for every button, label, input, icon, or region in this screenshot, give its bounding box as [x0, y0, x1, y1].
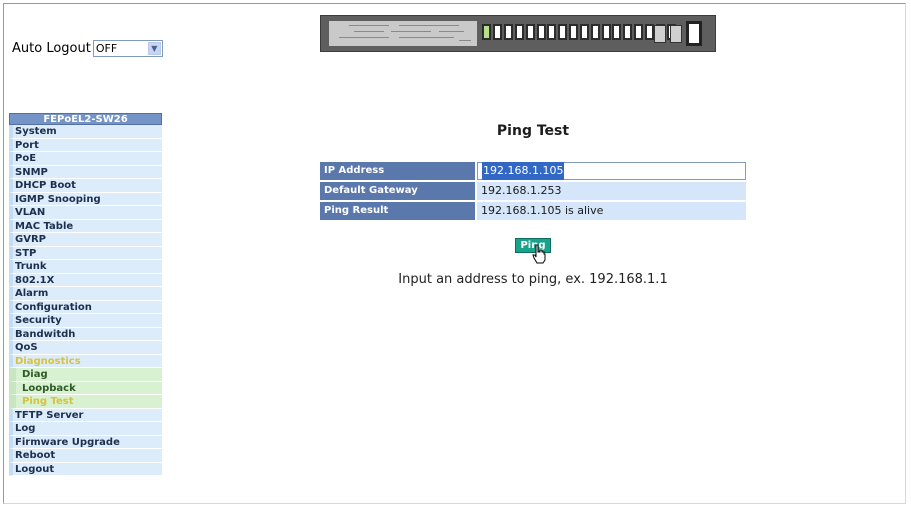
sidebar-item-log[interactable]: Log [9, 422, 162, 436]
console-port [686, 21, 702, 46]
device-panel [329, 21, 477, 46]
sidebar-item-gvrp[interactable]: GVRP [9, 233, 162, 247]
sidebar-item-firmware-upgrade[interactable]: Firmware Upgrade [9, 435, 162, 449]
sidebar-item-stp[interactable]: STP [9, 246, 162, 260]
sidebar-item-igmp-snooping[interactable]: IGMP Snooping [9, 192, 162, 206]
port-group-2 [547, 22, 611, 44]
sfp-port [670, 25, 682, 43]
form-row-ip-address: IP Address 192.168.1.105 [320, 162, 746, 180]
sidebar-item-trunk[interactable]: Trunk [9, 260, 162, 274]
sidebar-item-logout[interactable]: Logout [9, 462, 162, 476]
auto-logout-select[interactable]: OFF ▼ [92, 40, 163, 57]
port-group-3 [612, 22, 676, 44]
sidebar-item-configuration[interactable]: Configuration [9, 300, 162, 314]
sidebar-item-mac-table[interactable]: MAC Table [9, 219, 162, 233]
ip-address-label: IP Address [320, 162, 475, 180]
sidebar-item-system[interactable]: System [9, 125, 162, 139]
sidebar-subitem-ping-test[interactable]: Ping Test [9, 395, 162, 409]
sidebar-subitem-diag[interactable]: Diag [9, 368, 162, 382]
sfp-port [654, 25, 666, 43]
sidebar-title: FEPoEL2-SW26 [9, 113, 162, 125]
sidebar-item-dhcp-boot[interactable]: DHCP Boot [9, 179, 162, 193]
sidebar-item-bandwidth[interactable]: Bandwitdh [9, 327, 162, 341]
sidebar-item-alarm[interactable]: Alarm [9, 287, 162, 301]
sidebar-item-security[interactable]: Security [9, 314, 162, 328]
sidebar-nav: FEPoEL2-SW26 System Port PoE SNMP DHCP B… [9, 113, 162, 476]
sidebar-item-qos[interactable]: QoS [9, 341, 162, 355]
page-title: Ping Test [496, 123, 570, 139]
chevron-down-icon[interactable]: ▼ [147, 42, 161, 55]
ping-test-form: IP Address 192.168.1.105 Default Gateway… [320, 162, 746, 222]
sidebar-item-tftp-server[interactable]: TFTP Server [9, 408, 162, 422]
ip-address-input[interactable]: 192.168.1.105 [477, 162, 746, 180]
auto-logout-label: Auto Logout [12, 41, 91, 56]
sidebar-item-snmp[interactable]: SNMP [9, 165, 162, 179]
ip-address-cell: 192.168.1.105 [477, 162, 746, 180]
ip-address-value: 192.168.1.105 [482, 162, 565, 180]
form-row-default-gateway: Default Gateway 192.168.1.253 [320, 182, 746, 200]
ping-hint-text: Input an address to ping, ex. 192.168.1.… [398, 272, 668, 287]
sidebar-item-reboot[interactable]: Reboot [9, 449, 162, 463]
default-gateway-label: Default Gateway [320, 182, 475, 200]
sidebar-subitem-loopback[interactable]: Loopback [9, 381, 162, 395]
hand-cursor-icon [532, 244, 546, 264]
form-row-ping-result: Ping Result 192.168.1.105 is alive [320, 202, 746, 220]
ping-result-label: Ping Result [320, 202, 475, 220]
sidebar-item-poe[interactable]: PoE [9, 152, 162, 166]
sidebar-item-port[interactable]: Port [9, 138, 162, 152]
sidebar-item-diagnostics[interactable]: Diagnostics [9, 354, 162, 368]
switch-device-image [320, 15, 716, 52]
auto-logout: Auto Logout OFF ▼ [12, 40, 163, 57]
ping-result-value: 192.168.1.105 is alive [477, 202, 746, 220]
default-gateway-value: 192.168.1.253 [477, 182, 746, 200]
sidebar-item-vlan[interactable]: VLAN [9, 206, 162, 220]
sidebar-item-8021x[interactable]: 802.1X [9, 273, 162, 287]
auto-logout-value: OFF [95, 42, 118, 55]
port-group-1 [482, 22, 546, 44]
